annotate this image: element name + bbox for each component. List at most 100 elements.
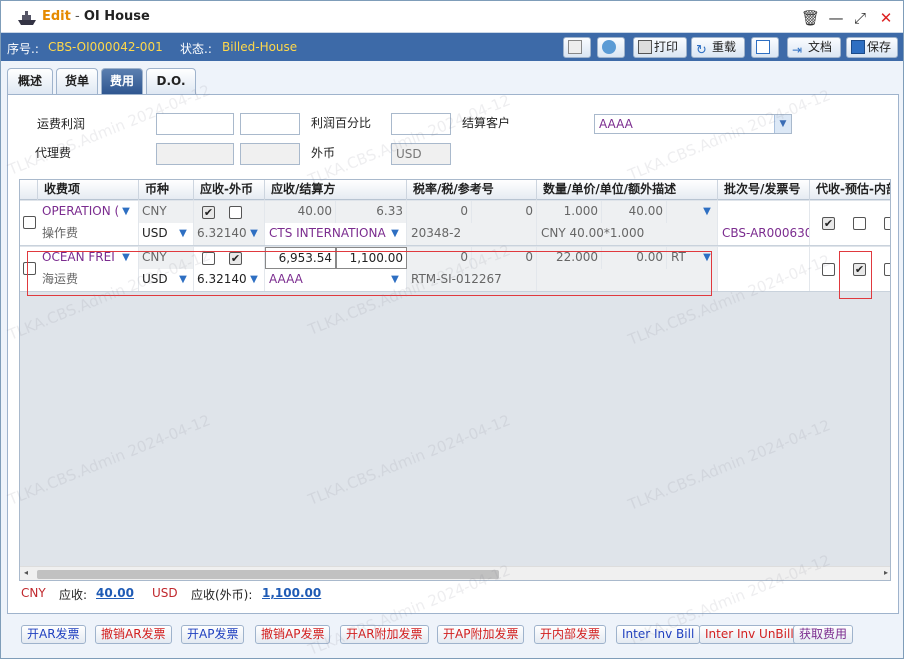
save-icon	[851, 40, 865, 54]
open-internal-invoice-button[interactable]: 开内部发票	[534, 625, 607, 644]
settle-customer-value: AAAA	[599, 117, 633, 131]
collect-checkbox[interactable]: ✔	[822, 217, 835, 230]
tab-do[interactable]: D.O.	[146, 68, 196, 94]
internal-checkbox[interactable]	[884, 263, 890, 276]
edit-window: Edit - OI House 🗑 — ⤢ ✕ 序号.: CBS-OI00004…	[0, 0, 904, 659]
summary-recv-label: 应收:	[59, 588, 88, 602]
reload-label: 重载	[712, 40, 737, 54]
ship-icon	[18, 11, 36, 25]
open-ap-extra-invoice-button[interactable]: 开AP附加发票	[437, 625, 525, 644]
batch-no	[718, 247, 810, 269]
header-party: 应收/结算方	[265, 180, 407, 200]
table-row[interactable]: OPERATION ( ▼ 操作费 CNY USD ▼ ✔ 6.32140 ▼ …	[20, 201, 890, 246]
summary-recv-fc-label: 应收(外币):	[191, 588, 253, 602]
tab-overview[interactable]: 概述	[7, 68, 53, 94]
chevron-down-icon: ▼	[179, 228, 187, 239]
title-bar: Edit - OI House 🗑 — ⤢ ✕	[1, 1, 903, 33]
doc-label: 文档	[808, 40, 833, 54]
header-flags: 代收-预估-内部	[810, 180, 890, 200]
scrollbar-thumb[interactable]	[37, 570, 499, 579]
header-qty-price: 数量/单价/单位/额外描述	[537, 180, 718, 200]
title-text: OI House	[83, 9, 150, 24]
maximize-icon[interactable]: ⤢	[851, 9, 869, 27]
settle-customer-label: 结算客户	[462, 116, 511, 130]
no-value: CBS-OI000042-001	[48, 40, 163, 54]
print-button[interactable]: 打印	[633, 37, 687, 58]
cancel-ap-invoice-button[interactable]: 撤销AP发票	[255, 625, 331, 644]
charge-item-cn: 操作费	[38, 223, 139, 245]
batch-no	[718, 201, 810, 223]
copy-icon	[756, 40, 770, 54]
reload-button[interactable]: ↻ 重载	[691, 37, 745, 58]
copy-button[interactable]	[751, 37, 779, 58]
charges-grid: 收费项 币种 应收-外币 应收/结算方 税率/税/参考号 数量/单价/单位/额外…	[19, 179, 891, 581]
reload-icon: ↻	[696, 43, 707, 58]
doc-button[interactable]: ⇥ 文档	[787, 37, 841, 58]
highlight-checkbox-outline	[839, 251, 872, 299]
minimize-icon[interactable]: —	[827, 9, 845, 27]
header-charge-item: 收费项	[38, 180, 139, 200]
profit-pct-label: 利润百分比	[311, 116, 372, 130]
highlight-row-outline	[27, 251, 712, 296]
charges-panel: 运费利润 利润百分比 结算客户 AAAA ▼ 代理费 外币 USD 收费项 币种…	[7, 94, 899, 614]
globe-icon	[602, 40, 616, 54]
header-select	[20, 180, 38, 200]
open-ar-extra-invoice-button[interactable]: 开AR附加发票	[340, 625, 429, 644]
unit-price: 40.00	[602, 201, 667, 223]
foreign-currency-label: 外币	[311, 146, 336, 160]
header-tax-ref: 税率/税/参考号	[407, 180, 537, 200]
summary-currency-cny: CNY	[21, 586, 46, 600]
scroll-left-icon[interactable]: ◂	[24, 568, 28, 577]
inter-inv-unbill-button[interactable]: Inter Inv UnBill	[699, 625, 800, 644]
freight-profit-label: 运费利润	[37, 117, 86, 131]
status-value: Billed-House	[222, 40, 298, 54]
party-select[interactable]: CTS INTERNATIONA	[265, 223, 407, 245]
summary-recv-fc-value[interactable]: 1,100.00	[262, 586, 321, 600]
row-select-checkbox[interactable]	[23, 216, 36, 229]
fc-checkbox[interactable]	[229, 206, 242, 219]
extra-description: CNY 40.00*1.000	[537, 223, 718, 245]
invoice-no[interactable]: CBS-AR000630	[718, 223, 810, 245]
no-label: 序号.:	[7, 42, 39, 56]
profit-pct-input[interactable]	[391, 113, 451, 135]
chevron-down-icon: ▼	[703, 206, 711, 217]
chevron-down-icon: ▼	[122, 206, 130, 217]
inter-inv-bill-button[interactable]: Inter Inv Bill	[616, 625, 701, 644]
open-ap-invoice-button[interactable]: 开AP发票	[181, 625, 245, 644]
receivable-checkbox[interactable]: ✔	[202, 206, 215, 219]
settle-customer-select[interactable]: AAAA ▼	[594, 114, 792, 134]
summary-bar: CNY 应收: 40.00 USD 应收(外币): 1,100.00	[19, 581, 891, 609]
header-invoice: 批次号/发票号	[718, 180, 810, 200]
chevron-down-icon: ▼	[250, 228, 258, 239]
scroll-right-icon[interactable]: ▸	[884, 568, 888, 577]
horizontal-scrollbar[interactable]: ◂ ▸	[20, 566, 890, 580]
agent-fee-input	[156, 143, 234, 165]
freight-profit-input-2[interactable]	[240, 113, 300, 135]
tab-goods[interactable]: 货单	[56, 68, 98, 94]
document-button[interactable]	[563, 37, 591, 58]
agent-fee-label: 代理费	[35, 146, 72, 160]
collect-checkbox[interactable]	[822, 263, 835, 276]
freight-profit-input[interactable]	[156, 113, 234, 135]
globe-button[interactable]	[597, 37, 625, 58]
tax-rate: 0	[407, 201, 472, 223]
summary-recv-value[interactable]: 40.00	[96, 586, 134, 600]
estimate-checkbox[interactable]	[853, 217, 866, 230]
close-icon[interactable]: ✕	[877, 9, 895, 27]
quantity: 1.000	[537, 201, 602, 223]
delete-icon[interactable]: 🗑	[801, 9, 820, 27]
currency-value: CNY	[139, 201, 194, 223]
get-charges-button[interactable]: 获取费用	[793, 625, 854, 644]
tab-charges[interactable]: 费用	[101, 68, 143, 94]
invoice-no	[718, 269, 810, 291]
save-button[interactable]: 保存	[846, 37, 898, 58]
internal-checkbox[interactable]	[884, 217, 890, 230]
open-ar-invoice-button[interactable]: 开AR发票	[21, 625, 86, 644]
header-receivable-fc: 应收-外币	[194, 180, 265, 200]
title-separator: -	[70, 9, 84, 24]
header-currency: 币种	[139, 180, 194, 200]
import-icon: ⇥	[792, 43, 803, 57]
save-label: 保存	[867, 40, 892, 54]
status-label: 状态.:	[180, 42, 212, 56]
cancel-ar-invoice-button[interactable]: 撤销AR发票	[95, 625, 172, 644]
